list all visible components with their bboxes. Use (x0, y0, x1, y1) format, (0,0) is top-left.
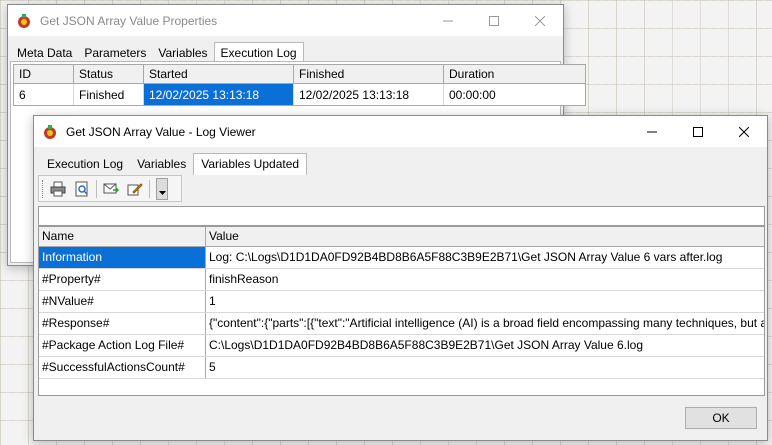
column-header-id[interactable]: ID (14, 65, 74, 83)
filter-input[interactable] (38, 206, 765, 226)
tab-variables[interactable]: Variables (130, 155, 193, 174)
maximize-icon (489, 15, 499, 26)
properties-titlebar[interactable]: Get JSON Array Value Properties (8, 5, 563, 36)
table-row[interactable]: Information Log: C:\Logs\D1D1DA0FD92B4BD… (39, 247, 764, 269)
table-row[interactable]: #Response# {"content":{"parts":[{"text":… (39, 313, 764, 335)
close-button[interactable] (721, 116, 767, 147)
cell-status: Finished (74, 84, 144, 105)
column-header-finished[interactable]: Finished (294, 65, 444, 83)
minimize-button[interactable] (629, 116, 675, 147)
minimize-icon (443, 20, 453, 21)
table-row[interactable]: #NValue# 1 (39, 291, 764, 313)
column-header-value[interactable]: Value (206, 227, 764, 246)
cell-name: #SuccessfulActionsCount# (39, 357, 206, 378)
maximize-button[interactable] (471, 5, 517, 36)
column-header-status[interactable]: Status (74, 65, 144, 83)
close-icon (535, 15, 545, 26)
log-viewer-window: Get JSON Array Value - Log Viewer Execut… (33, 115, 768, 441)
edit-icon (127, 182, 143, 195)
app-icon (42, 124, 58, 140)
tab-variables-updated[interactable]: Variables Updated (193, 153, 308, 175)
window-title: Get JSON Array Value - Log Viewer (66, 124, 256, 139)
ok-button[interactable]: OK (685, 407, 757, 429)
execution-log-grid: ID Status Started Finished Duration 6 Fi… (13, 64, 586, 106)
minimize-icon (647, 131, 657, 132)
cell-name: #Package Action Log File# (39, 335, 206, 356)
dropdown-arrow-icon (158, 190, 166, 195)
send-mail-button[interactable] (100, 178, 122, 200)
app-icon (16, 13, 32, 29)
print-icon (50, 181, 66, 196)
cell-value: {"content":{"parts":[{"text":"Artificial… (209, 316, 764, 330)
cell-value: 5 (209, 360, 216, 374)
column-header-name[interactable]: Name (39, 227, 206, 246)
toolbar-grip[interactable] (42, 179, 46, 198)
tab-execution-log[interactable]: Execution Log (40, 155, 130, 174)
cell-started[interactable]: 12/02/2025 13:13:18 (144, 84, 294, 105)
print-preview-button[interactable] (71, 178, 93, 200)
log-viewer-titlebar[interactable]: Get JSON Array Value - Log Viewer (34, 116, 767, 147)
cell-value: Log: C:\Logs\D1D1DA0FD92B4BD8B6A5F88C3B9… (209, 250, 723, 264)
print-preview-icon (75, 181, 88, 196)
cell-value: 1 (209, 294, 216, 308)
cell-name: #Property# (39, 269, 206, 290)
maximize-icon (693, 126, 703, 137)
print-button[interactable] (47, 178, 69, 200)
column-header-duration[interactable]: Duration (444, 65, 585, 83)
variables-updated-table: Name Value Information Log: C:\Logs\D1D1… (38, 226, 765, 396)
window-title: Get JSON Array Value Properties (40, 13, 218, 28)
toolbar-separator (149, 179, 150, 198)
column-header-started[interactable]: Started (144, 65, 294, 83)
edit-button[interactable] (124, 178, 146, 200)
cell-name: #NValue# (39, 291, 206, 312)
table-row[interactable]: #Package Action Log File# C:\Logs\D1D1DA… (39, 335, 764, 357)
cell-id: 6 (14, 84, 74, 105)
properties-tabs: Meta Data Parameters Variables Execution… (11, 41, 304, 64)
send-mail-icon (103, 183, 119, 193)
table-header: Name Value (39, 227, 764, 247)
close-icon (739, 126, 749, 137)
cell-value: finishReason (209, 272, 279, 286)
maximize-button[interactable] (675, 116, 721, 147)
grid-header: ID Status Started Finished Duration (13, 64, 586, 84)
cell-name[interactable]: Information (39, 247, 206, 268)
minimize-button[interactable] (425, 5, 471, 36)
log-viewer-tabs: Execution Log Variables Variables Update… (40, 152, 308, 175)
table-row[interactable]: #SuccessfulActionsCount# 5 (39, 357, 764, 379)
cell-value: C:\Logs\D1D1DA0FD92B4BD8B6A5F88C3B9E2B71… (209, 338, 644, 352)
toolbar-separator (96, 179, 97, 198)
cell-name: #Response# (39, 313, 206, 334)
cell-duration: 00:00:00 (449, 88, 496, 102)
toolbar-overflow-dropdown[interactable] (156, 177, 168, 200)
close-button[interactable] (517, 5, 563, 36)
toolbar (38, 175, 182, 202)
cell-finished: 12/02/2025 13:13:18 (294, 84, 444, 105)
table-row[interactable]: 6 Finished 12/02/2025 13:13:18 12/02/202… (13, 84, 586, 106)
table-row[interactable]: #Property# finishReason (39, 269, 764, 291)
